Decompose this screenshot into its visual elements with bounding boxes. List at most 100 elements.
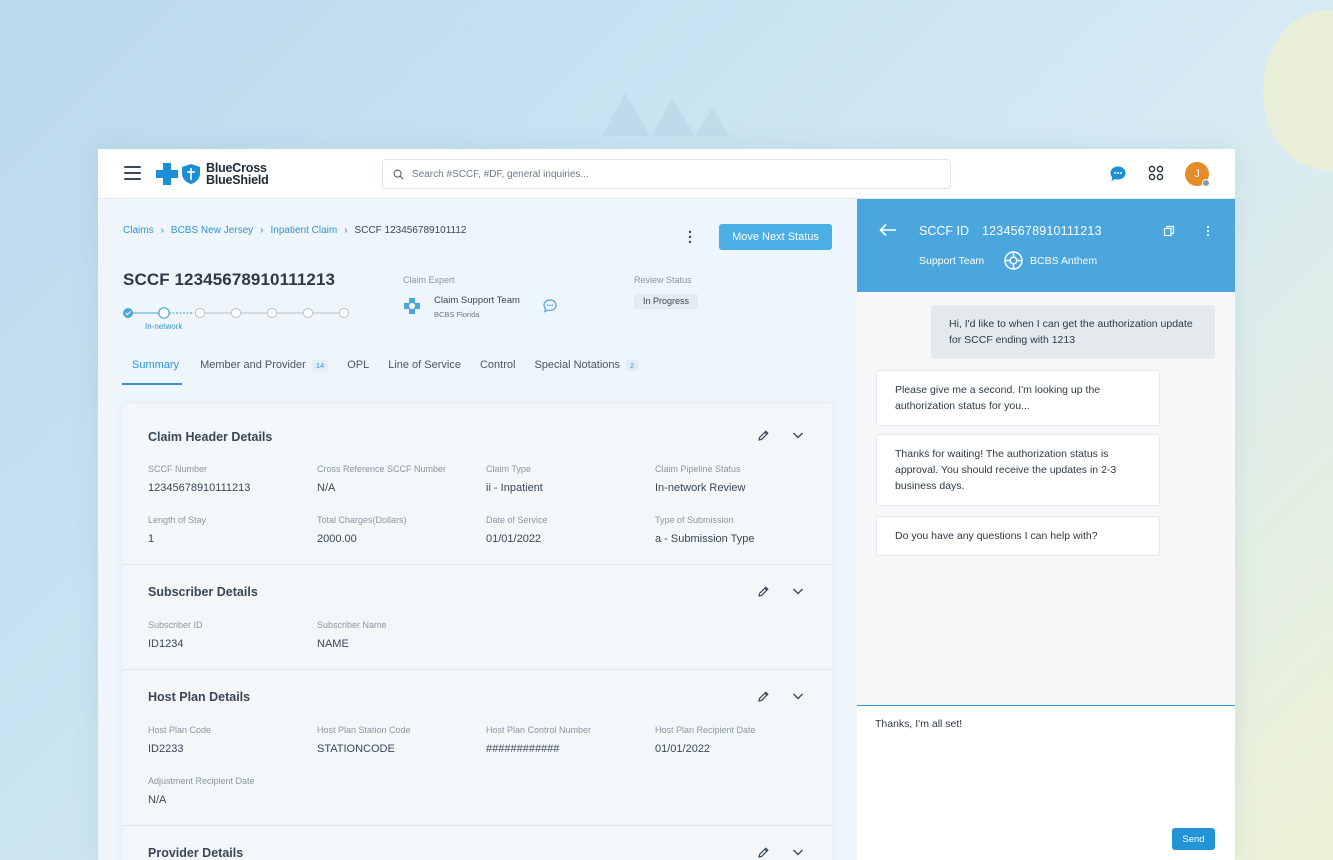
tab-label: OPL: [347, 359, 370, 371]
chevron-down-icon[interactable]: [792, 431, 804, 440]
menu-icon[interactable]: [124, 166, 141, 180]
field-label: Host Plan Station Code: [317, 725, 411, 735]
claim-tabs: Summary Member and Provider 14 OPL Line o…: [121, 359, 657, 385]
field-label: Claim Pipeline Status: [655, 464, 741, 474]
breadcrumb-claims[interactable]: Claims: [123, 225, 154, 236]
review-status-label: Review Status: [634, 275, 692, 285]
breadcrumb-bcbs-new-jersey[interactable]: BCBS New Jersey: [171, 225, 253, 236]
tab-summary[interactable]: Summary: [121, 359, 183, 385]
field-subscriber-id: Subscriber ID ID1234: [148, 620, 313, 650]
chat-message-input[interactable]: [875, 718, 1215, 808]
field-host-plan-recipient-date: Host Plan Recipient Date 01/01/2022: [655, 725, 820, 755]
shield-logo-icon: [182, 164, 200, 184]
claim-expert-name: Claim Support Team: [434, 295, 520, 306]
field-cross-reference-sccf: Cross Reference SCCF Number N/A: [317, 464, 482, 494]
field-value: N/A: [317, 482, 336, 494]
chat-bubble-icon[interactable]: [543, 299, 557, 313]
field-label: SCCF Number: [148, 464, 208, 474]
field-sccf-number: SCCF Number 12345678910111213: [148, 464, 313, 494]
tab-line-of-service[interactable]: Line of Service: [388, 359, 461, 383]
logo-text: BlueCross BlueShield: [206, 162, 269, 187]
section-title: Host Plan Details: [148, 690, 251, 704]
edit-pencil-icon[interactable]: [757, 690, 770, 703]
section-title: Provider Details: [148, 846, 244, 860]
top-bar: BlueCross BlueShield J: [98, 149, 1235, 199]
field-value: ID2233: [148, 743, 184, 755]
field-value: 01/01/2022: [655, 743, 711, 755]
tab-opl[interactable]: OPL: [347, 359, 369, 383]
chat-message-agent: Do you have any questions I can help wit…: [876, 516, 1160, 556]
field-value: STATIONCODE: [317, 743, 395, 755]
move-next-status-button[interactable]: Move Next Status: [719, 224, 832, 250]
tab-special-notations[interactable]: Special Notations 2: [534, 359, 639, 383]
tab-count-badge: 2: [626, 360, 639, 371]
tab-member-and-provider[interactable]: Member and Provider 14: [200, 359, 329, 383]
field-label: Date of Service: [486, 515, 548, 525]
field-label: Length of Stay: [148, 515, 207, 525]
field-value: ID1234: [148, 638, 184, 650]
search-input[interactable]: [412, 168, 932, 180]
chat-more-options-icon[interactable]: [1205, 225, 1211, 237]
edit-pencil-icon[interactable]: [757, 846, 770, 859]
breadcrumb-inpatient-claim[interactable]: Inpatient Claim: [271, 225, 338, 236]
tab-control[interactable]: Control: [480, 359, 515, 383]
stepper-current-label: In-network: [145, 322, 183, 331]
chat-composer: Send: [857, 705, 1235, 860]
field-label: Claim Type: [486, 464, 531, 474]
back-arrow-icon[interactable]: [879, 223, 897, 237]
field-total-charges: Total Charges(Dollars) 2000.00: [317, 515, 482, 545]
chat-message-user: Hi, I'd like to when I can get the autho…: [931, 305, 1215, 359]
chat-icon[interactable]: [1109, 165, 1127, 183]
apps-grid-icon[interactable]: [1148, 165, 1164, 181]
tab-count-badge: 14: [311, 360, 329, 371]
chevron-down-icon[interactable]: [792, 692, 804, 701]
claim-status-stepper: [123, 307, 350, 319]
tab-label: Summary: [132, 359, 180, 371]
subscriber-section: Subscriber Details Subscriber ID ID1234 S…: [123, 565, 832, 670]
field-host-plan-code: Host Plan Code ID2233: [148, 725, 313, 755]
field-host-plan-control-number: Host Plan Control Number ############: [486, 725, 651, 755]
provider-section: Provider Details: [123, 826, 832, 860]
field-value: a - Submission Type: [655, 533, 755, 545]
field-value: ii - Inpatient: [486, 482, 543, 494]
tab-label: Special Notations: [534, 359, 621, 371]
host-plan-section: Host Plan Details Host Plan Code ID2233 H…: [123, 670, 832, 826]
edit-pencil-icon[interactable]: [757, 585, 770, 598]
chevron-down-icon[interactable]: [792, 848, 804, 857]
field-label: Subscriber Name: [317, 620, 387, 630]
field-claim-type: Claim Type ii - Inpatient: [486, 464, 651, 494]
more-options-icon[interactable]: [685, 229, 695, 245]
app-window: BlueCross BlueShield J Claims ›: [98, 149, 1235, 860]
search-icon: [393, 169, 404, 180]
logo-text-line2: BlueShield: [206, 173, 269, 187]
field-value: ############: [486, 743, 560, 755]
send-button[interactable]: Send: [1172, 828, 1215, 850]
section-title: Claim Header Details: [148, 430, 273, 444]
edit-pencil-icon[interactable]: [757, 429, 770, 442]
claim-expert-label: Claim Expert: [403, 275, 455, 285]
chevron-right-icon: ›: [260, 225, 264, 236]
background-mountains-decoration: [602, 93, 730, 136]
copy-icon[interactable]: [1163, 225, 1175, 237]
support-team-label: Support Team: [919, 255, 985, 267]
bcbs-anthem-icon: [1004, 251, 1023, 270]
tab-label: Control: [479, 359, 516, 371]
field-value: In-network Review: [655, 482, 746, 494]
field-value: 2000.00: [317, 533, 357, 545]
chevron-down-icon[interactable]: [792, 587, 804, 596]
chat-message-agent: Please give me a second. I'm looking up …: [876, 370, 1160, 426]
field-label: Host Plan Recipient Date: [655, 725, 756, 735]
claim-expert-org: BCBS Florida: [434, 310, 480, 319]
chat-message-agent: Thanks for waiting! The authorization st…: [876, 434, 1160, 506]
chat-id-label: SCCF ID: [919, 224, 969, 238]
field-claim-pipeline-status: Claim Pipeline Status In-network Review: [655, 464, 820, 494]
field-host-plan-station-code: Host Plan Station Code STATIONCODE: [317, 725, 482, 755]
chat-panel: SCCF ID 12345678910111213 Support Team B…: [857, 199, 1235, 860]
field-subscriber-name: Subscriber Name NAME: [317, 620, 482, 650]
field-value: 1: [148, 533, 155, 545]
claim-title: SCCF 12345678910111213: [123, 270, 336, 289]
bcbs-logo[interactable]: BlueCross BlueShield: [156, 161, 269, 187]
presence-status-dot: [1202, 179, 1210, 187]
search-bar[interactable]: [382, 159, 951, 189]
field-label: Cross Reference SCCF Number: [317, 464, 447, 474]
